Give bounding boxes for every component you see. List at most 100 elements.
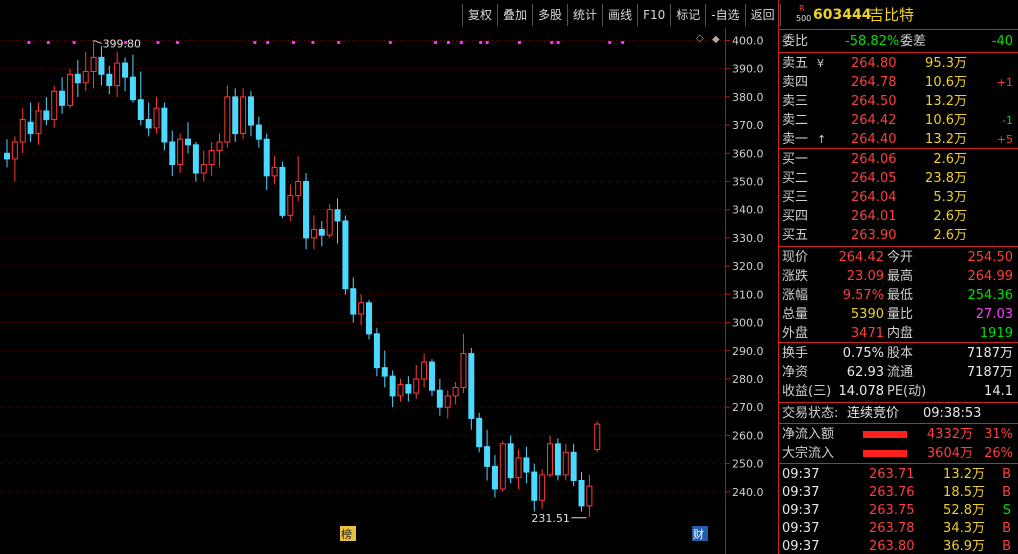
tick-volume: 34.3万 [943,521,985,536]
tick-row[interactable]: 09:37 263.80 36.9万 B [779,537,1018,554]
tick-side: B [1002,539,1011,554]
stat-value: 5390 [850,307,884,322]
tick-row[interactable]: 09:37 263.78 34.3万 B [779,519,1018,538]
candle-body [271,166,278,177]
ask-change: +5 [996,133,1013,146]
tick-row[interactable]: 09:37 263.76 18.5万 B [779,483,1018,502]
tick-row[interactable]: 09:37 263.71 13.2万 B [779,465,1018,484]
bid-price: 264.05 [851,171,897,186]
candle-body [303,181,310,239]
candle-body [326,209,333,236]
candle-body [586,485,593,507]
candle-body [547,443,554,476]
bid-volume: 2.6万 [933,209,967,224]
min-price-label: 231.51 [531,512,570,525]
candle-body [129,76,136,101]
candle-body [539,474,546,501]
ask-price: 264.50 [851,94,897,109]
signal-marker [388,41,392,44]
stat-value: 14.1 [984,384,1013,399]
ask-volume: 13.2万 [925,132,967,147]
candle-body [90,56,97,72]
bid-volume: 23.8万 [925,171,967,186]
ask-price: 264.80 [851,56,897,71]
candle-body [145,118,152,129]
ask-row: 卖三 264.50 13.2万 [779,92,1018,111]
candle-body [318,228,325,236]
quote-panel: R 500 603444 吉比特 委比 -58.82% 委差 -40 卖五 ¥26… [778,0,1018,554]
kline-chart[interactable]: 400.0 390.0 380.0 370.0 360.0 350.0 340.0 330.0… [0,28,778,554]
divider [779,342,1018,343]
candle-body [98,56,105,75]
back-button[interactable]: 返回 [746,4,781,26]
trade-state-value: 连续竞价 [847,406,900,421]
bid-volume: 5.3万 [933,190,967,205]
ask-mark: ¥ [817,57,824,70]
statistics-button[interactable]: 统计 [568,4,604,26]
divider [779,423,1018,424]
draw-line-button[interactable]: 画线 [603,4,639,26]
mark-button[interactable]: 标记 [671,4,707,26]
tick-time: 09:37 [782,503,820,518]
candle-body [43,110,50,120]
signal-marker [479,41,483,44]
ask-level-label: 卖四 [782,75,809,90]
weibi-value: -58.82% [845,34,900,49]
ask-level-label: 卖三 [782,94,809,109]
stat-value: 0.75% [842,346,884,361]
weibi-row: 委比 -58.82% 委差 -40 [779,32,1018,51]
tick-time: 09:37 [782,467,820,482]
divider [779,52,1018,53]
chart-toolbar: 复权 叠加 多股 统计 画线 F10 标记 -自选 返回 [462,4,781,26]
y-tick-label: 340.0 [732,204,764,217]
candle-body [373,333,380,369]
y-tick-label: 370.0 [732,119,764,132]
y-tick-label: 270.0 [732,401,764,414]
rating-badge-bottom: 500 [796,14,812,23]
bid-level-label: 买三 [782,190,809,205]
candle-body [51,90,58,120]
kline-svg[interactable]: 400.0 390.0 380.0 370.0 360.0 350.0 340.0 330.0… [0,28,778,554]
y-tick-label: 250.0 [732,458,764,471]
stat-row: 涨幅 9.57% 最低 254.36 [779,286,1018,305]
candle-body [554,443,561,476]
candle-body [397,384,404,397]
candle-body [240,96,247,135]
ask-row: 卖一 ↑ 264.40 13.2万 +5 [779,130,1018,149]
stat-value: 254.36 [967,288,1014,303]
overlay-button[interactable]: 叠加 [498,4,534,26]
stat-value: 62.93 [846,365,884,380]
candle-body [114,62,121,87]
candle-body [405,384,412,394]
f10-button[interactable]: F10 [638,4,672,26]
stat-value: 7187万 [966,365,1013,380]
candle-body [570,451,577,482]
tick-row[interactable]: 09:37 263.75 52.8万 S [779,501,1018,520]
candle-body [484,446,491,467]
stat-value: 3471 [850,326,884,341]
signal-marker [517,41,521,44]
candle-body [499,443,506,490]
stock-name: 吉比特 [869,6,915,24]
remove-watchlist-button[interactable]: -自选 [706,4,746,26]
trade-time: 09:38:53 [923,406,982,421]
y-tick-label: 350.0 [732,176,764,189]
ask-volume: 95.3万 [925,56,967,71]
multi-stock-button[interactable]: 多股 [533,4,569,26]
tick-side: B [1002,521,1011,536]
candle-body [381,367,388,377]
candle-body [350,288,357,315]
candle-body [177,138,184,166]
restore-rights-button[interactable]: 复权 [463,4,499,26]
candle-body [208,149,215,166]
stat-value: 1919 [979,326,1013,341]
y-tick-label: 380.0 [732,91,764,104]
candle-body [279,166,286,216]
rating-badge-top: R [799,4,805,13]
stat-label: 股本 [887,346,914,361]
candle-body [216,141,223,151]
candle-body [562,451,569,476]
bid-price: 263.90 [851,228,897,243]
stat-row: 总量 5390 量比 27.03 [779,305,1018,324]
ask-row: 卖四 264.78 10.6万 +1 [779,73,1018,92]
